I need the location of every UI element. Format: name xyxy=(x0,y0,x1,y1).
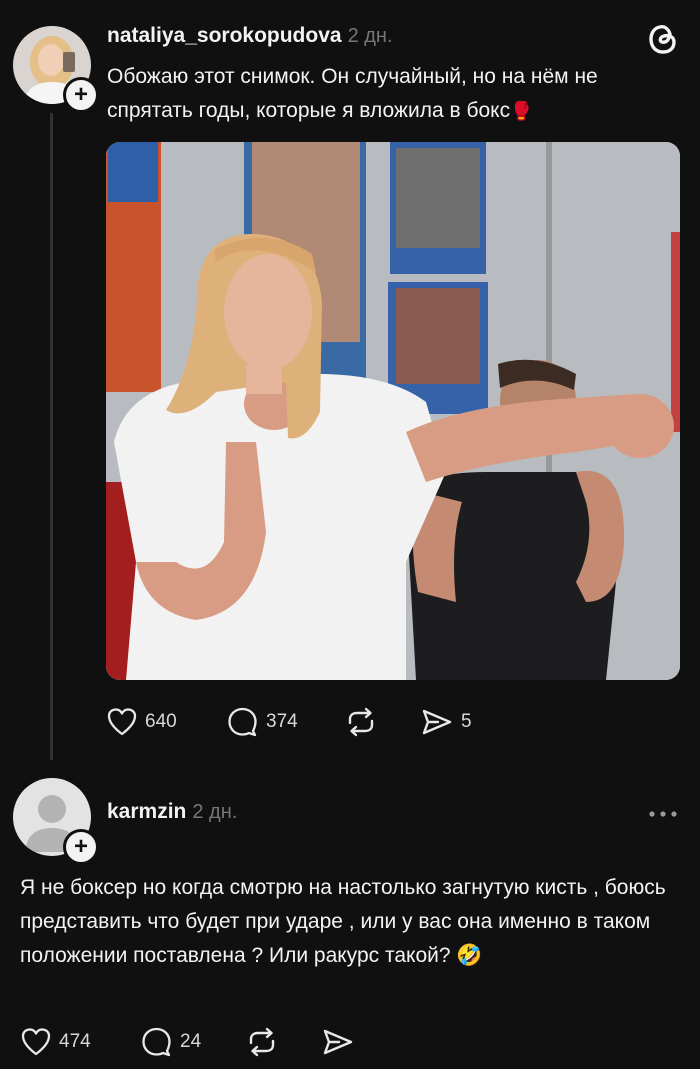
threads-logo-icon xyxy=(649,25,676,54)
thread-line xyxy=(50,113,53,760)
post-share-count: 5 xyxy=(461,711,472,732)
comment-icon xyxy=(228,707,257,737)
follow-author-button[interactable]: + xyxy=(63,77,99,113)
reply-header: karmzin 2 дн. xyxy=(107,800,237,824)
repost-icon xyxy=(249,1027,275,1057)
reply-time: 2 дн. xyxy=(192,801,238,823)
reply-share-button[interactable] xyxy=(322,1027,354,1057)
post-time: 2 дн. xyxy=(347,25,393,47)
reply-more-button[interactable] xyxy=(648,806,678,824)
author-username[interactable]: nataliya_sorokopudova xyxy=(107,24,342,47)
share-icon xyxy=(422,709,452,735)
reply-username[interactable]: karmzin xyxy=(107,800,186,823)
heart-icon xyxy=(21,1028,51,1056)
follow-reply-author-button[interactable]: + xyxy=(63,829,99,865)
post-like-count: 640 xyxy=(145,711,177,732)
reply-text: Я не боксер но когда смотрю на настолько… xyxy=(20,871,670,973)
reply-comment-count: 24 xyxy=(180,1031,202,1052)
post-text: Обожаю этот снимок. Он случайный, но на … xyxy=(107,60,687,128)
repost-icon xyxy=(348,707,374,737)
post-image[interactable] xyxy=(106,142,680,680)
post-comment-count: 374 xyxy=(266,711,298,732)
more-icon xyxy=(649,811,677,817)
boxing-photo xyxy=(106,142,680,680)
share-icon xyxy=(323,1029,353,1055)
boxing-glove-emoji: 🥊 xyxy=(510,101,533,121)
post-like-button[interactable]: 640 xyxy=(107,708,177,736)
post-share-button[interactable]: 5 xyxy=(421,707,472,737)
comment-icon xyxy=(142,1027,171,1057)
reply-repost-button[interactable] xyxy=(246,1027,278,1057)
reply-comment-button[interactable]: 24 xyxy=(141,1027,201,1057)
post-repost-button[interactable] xyxy=(345,707,377,737)
post-comment-button[interactable]: 374 xyxy=(227,707,298,737)
heart-icon xyxy=(107,708,137,736)
reply-text-body: Я не боксер но когда смотрю на настолько… xyxy=(20,876,666,967)
reply-like-button[interactable]: 474 xyxy=(21,1028,91,1056)
threads-logo[interactable] xyxy=(646,22,680,61)
post-header: nataliya_sorokopudova 2 дн. xyxy=(107,24,393,48)
laughing-emoji: 🤣 xyxy=(456,944,483,967)
reply-like-count: 474 xyxy=(59,1031,91,1052)
